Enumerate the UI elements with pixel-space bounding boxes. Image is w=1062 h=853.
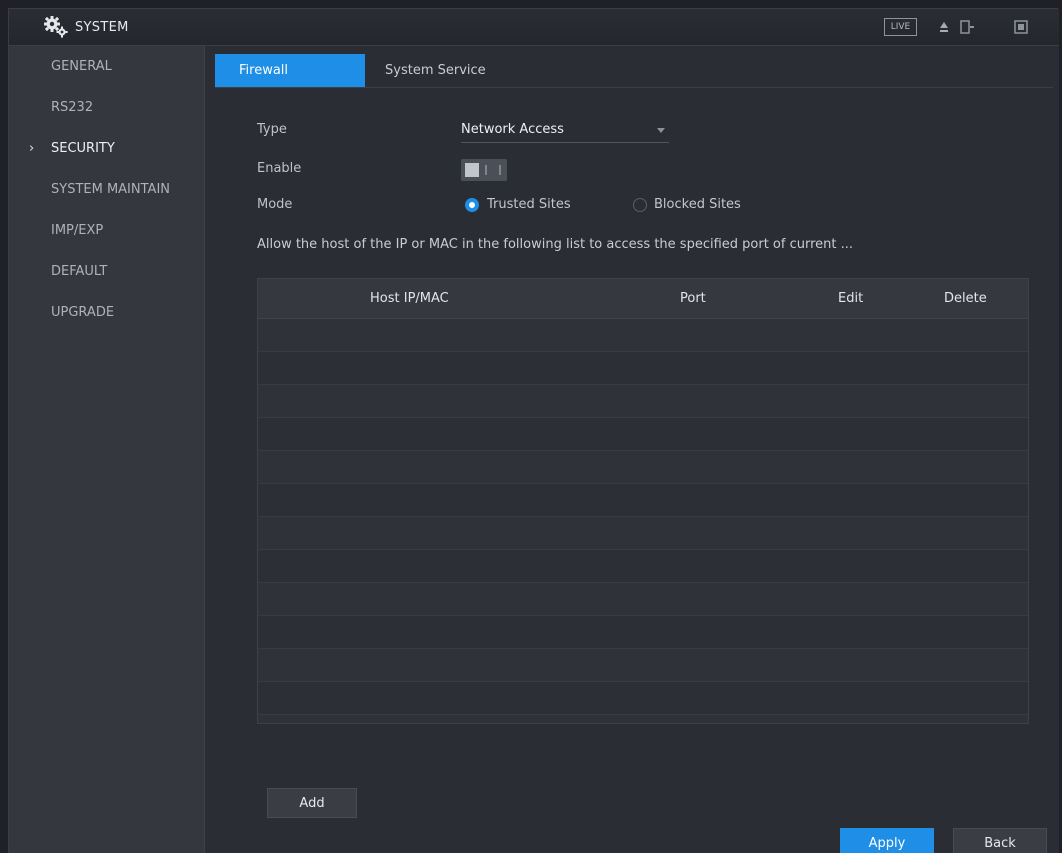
column-edit: Edit <box>838 291 864 306</box>
column-delete: Delete <box>944 291 987 306</box>
table-row <box>258 451 1028 484</box>
toggle-knob <box>465 163 479 177</box>
enable-toggle[interactable] <box>461 159 507 181</box>
main-panel: Firewall System Service Type Network Acc… <box>205 46 1059 853</box>
sidebar-item-label: SYSTEM MAINTAIN <box>51 182 170 197</box>
access-list-table: Host IP/MAC Port Edit Delete <box>257 278 1029 724</box>
table-row <box>258 484 1028 517</box>
gear-icon <box>44 16 68 38</box>
app-window: SYSTEM LIVE GENERAL RS232 › SECURITY SYS… <box>8 8 1059 853</box>
page-title: SYSTEM <box>75 19 129 35</box>
back-button[interactable]: Back <box>953 828 1047 853</box>
sidebar-item-label: UPGRADE <box>51 305 115 320</box>
system-title: SYSTEM <box>43 15 129 39</box>
sidebar-item-security[interactable]: › SECURITY <box>9 128 204 169</box>
table-row <box>258 583 1028 616</box>
sidebar-item-default[interactable]: DEFAULT <box>9 251 204 292</box>
column-host-ip-mac: Host IP/MAC <box>370 291 449 306</box>
enable-label: Enable <box>257 161 302 176</box>
toggle-track-icon <box>485 165 501 175</box>
trusted-sites-label[interactable]: Trusted Sites <box>487 192 571 218</box>
table-row <box>258 550 1028 583</box>
sidebar: GENERAL RS232 › SECURITY SYSTEM MAINTAIN… <box>9 46 205 853</box>
table-row <box>258 649 1028 682</box>
add-button[interactable]: Add <box>267 788 357 818</box>
sidebar-item-label: IMP/EXP <box>51 223 104 238</box>
type-select-value: Network Access <box>461 122 564 137</box>
radio-trusted-sites[interactable] <box>465 198 479 212</box>
live-button[interactable]: LIVE <box>884 18 917 36</box>
table-row <box>258 682 1028 715</box>
tab-firewall[interactable]: Firewall <box>215 54 365 87</box>
table-row <box>258 352 1028 385</box>
sidebar-item-imp-exp[interactable]: IMP/EXP <box>9 210 204 251</box>
user-icon[interactable] <box>936 19 952 35</box>
apply-button[interactable]: Apply <box>840 828 934 853</box>
top-bar: SYSTEM LIVE <box>9 9 1059 46</box>
radio-blocked-sites[interactable] <box>633 198 647 212</box>
table-row <box>258 418 1028 451</box>
table-row <box>258 517 1028 550</box>
blocked-sites-label[interactable]: Blocked Sites <box>654 192 741 218</box>
type-label: Type <box>257 122 287 137</box>
table-row <box>258 616 1028 649</box>
table-row <box>258 385 1028 418</box>
sidebar-item-label: RS232 <box>51 100 94 115</box>
tab-bar: Firewall System Service <box>215 54 506 87</box>
firewall-description: Allow the host of the IP or MAC in the f… <box>257 237 854 252</box>
table-row <box>258 319 1028 352</box>
column-port: Port <box>680 291 706 306</box>
sidebar-item-upgrade[interactable]: UPGRADE <box>9 292 204 333</box>
tab-system-service[interactable]: System Service <box>365 54 506 87</box>
type-select[interactable]: Network Access <box>461 117 669 143</box>
sidebar-item-label: SECURITY <box>51 141 115 156</box>
chevron-right-icon: › <box>29 141 35 156</box>
table-header: Host IP/MAC Port Edit Delete <box>258 279 1028 319</box>
sidebar-item-system-maintain[interactable]: SYSTEM MAINTAIN <box>9 169 204 210</box>
sidebar-item-label: GENERAL <box>51 59 112 74</box>
sidebar-item-label: DEFAULT <box>51 264 108 279</box>
exit-icon[interactable] <box>959 19 975 35</box>
fullscreen-icon[interactable] <box>1013 19 1029 35</box>
sidebar-item-rs232[interactable]: RS232 <box>9 87 204 128</box>
mode-label: Mode <box>257 197 293 212</box>
sidebar-item-general[interactable]: GENERAL <box>9 46 204 87</box>
chevron-down-icon <box>657 128 665 133</box>
tab-divider <box>215 87 1053 88</box>
